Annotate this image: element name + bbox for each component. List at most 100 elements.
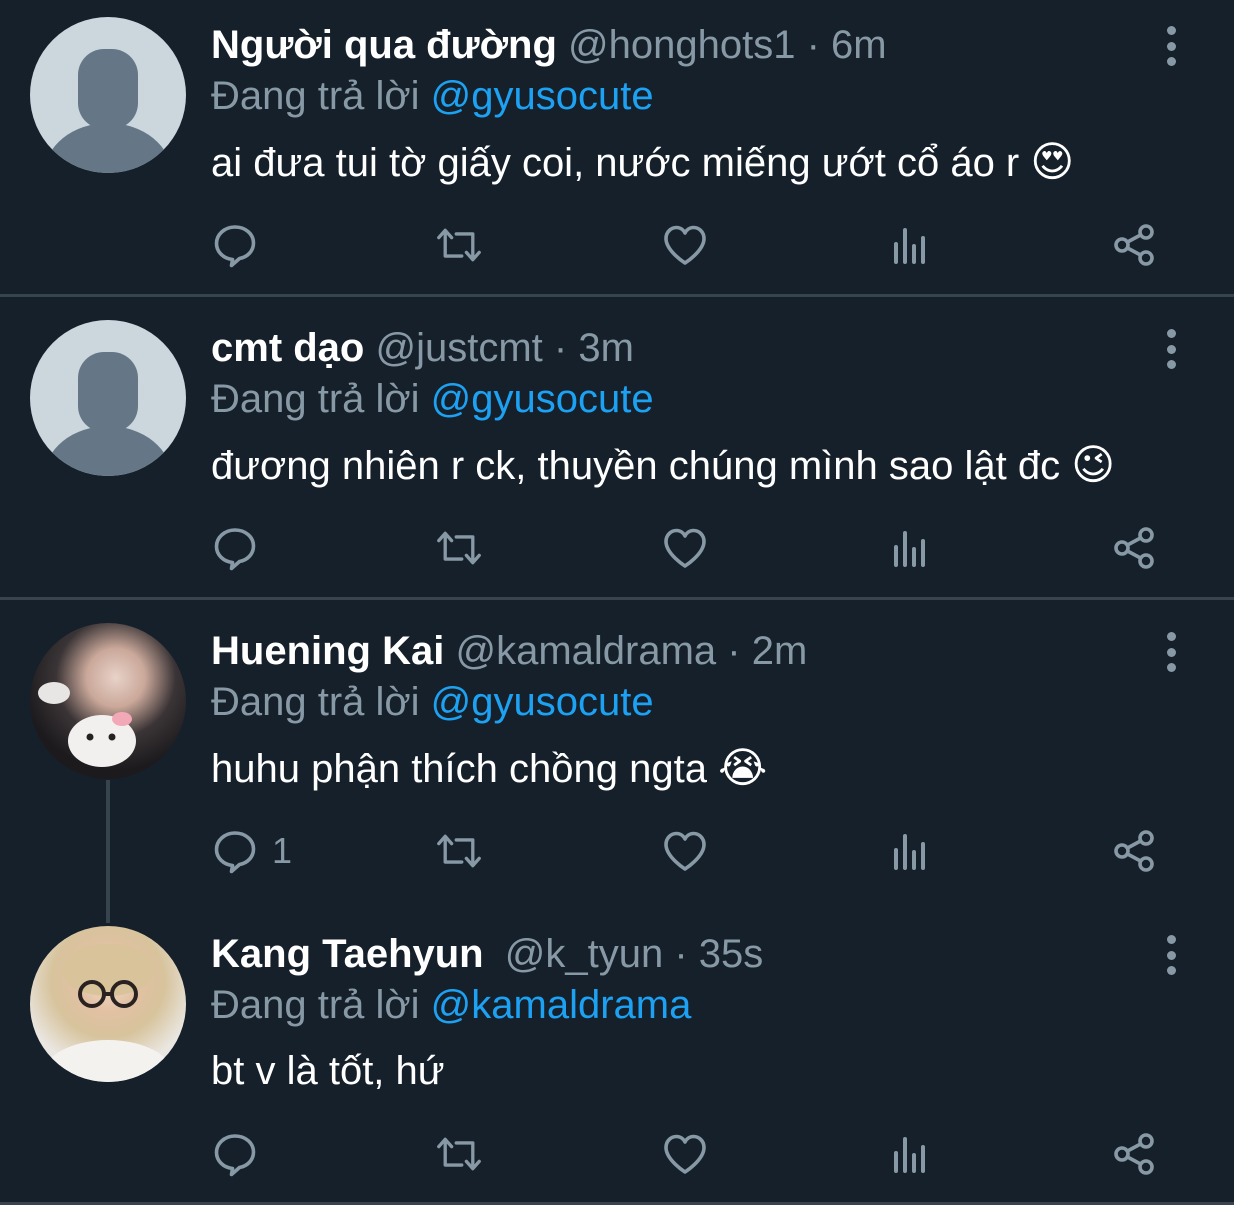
glasses-portrait-icon	[42, 944, 174, 1082]
more-options-button[interactable]	[1158, 632, 1184, 672]
timestamp[interactable]: 2m	[752, 629, 808, 673]
default-avatar[interactable]	[30, 17, 186, 173]
timestamp[interactable]: 35s	[699, 932, 764, 976]
user-handle[interactable]: @honghots1	[568, 23, 795, 67]
share-button[interactable]	[1112, 523, 1158, 573]
profile-photo[interactable]	[30, 623, 186, 779]
separator: ·	[674, 932, 688, 976]
replying-to-label: Đang trả lời	[211, 983, 420, 1027]
mention-link[interactable]: @gyusocute	[431, 680, 654, 724]
tweet-body: ai đưa tui tờ giấy coi, nước miếng ướt c…	[211, 141, 1020, 185]
separator: ·	[806, 23, 820, 67]
reply-button[interactable]	[212, 220, 258, 270]
more-options-button[interactable]	[1158, 329, 1184, 369]
plush-toy-icon	[38, 682, 136, 767]
timestamp[interactable]: 3m	[578, 326, 634, 370]
bar-chart-icon	[894, 1137, 925, 1173]
tweet-header: Kang Taehyun @k_tyun · 35s	[211, 929, 763, 979]
tweet-body: đương nhiên r ck, thuyền chúng mình sao …	[211, 444, 1061, 488]
retweet-icon	[437, 1137, 481, 1171]
share-button[interactable]	[1112, 220, 1158, 270]
tweet-body: huhu phận thích chồng ngta	[211, 747, 707, 791]
bar-chart-icon	[894, 531, 925, 567]
analytics-button[interactable]	[888, 523, 934, 573]
share-button[interactable]	[1112, 826, 1158, 876]
tweet-text: đương nhiên r ck, thuyền chúng mình sao …	[211, 440, 1115, 491]
bar-chart-icon	[894, 834, 925, 870]
heart-icon	[664, 1134, 706, 1174]
display-name[interactable]: Kang Taehyun	[211, 932, 484, 976]
analytics-button[interactable]	[888, 1129, 934, 1179]
retweet-icon	[437, 531, 481, 565]
thread-connector	[106, 780, 110, 923]
mention-link[interactable]: @gyusocute	[431, 377, 654, 421]
like-button[interactable]	[662, 220, 708, 270]
tweet[interactable]: Huening Kai @kamaldrama · 2m Đang trả lờ…	[0, 600, 1234, 903]
replying-to: Đang trả lời @gyusocute	[211, 375, 654, 423]
share-icon	[1114, 224, 1154, 266]
profile-photo[interactable]	[30, 926, 186, 1082]
analytics-button[interactable]	[888, 826, 934, 876]
retweet-button[interactable]	[436, 523, 482, 573]
share-icon	[1114, 830, 1154, 872]
replying-to-label: Đang trả lời	[211, 74, 420, 118]
crying-emoji: 😭	[718, 744, 768, 791]
display-name[interactable]: Huening Kai	[211, 629, 444, 673]
share-icon	[1114, 527, 1154, 569]
tweet[interactable]: Kang Taehyun @k_tyun · 35s Đang trả lời …	[0, 903, 1234, 1205]
replying-to: Đang trả lời @gyusocute	[211, 72, 654, 120]
tweet[interactable]: Người qua đường @honghots1 · 6m Đang trả…	[0, 0, 1234, 295]
reply-button[interactable]: 1	[212, 826, 292, 876]
like-button[interactable]	[662, 523, 708, 573]
person-icon	[44, 352, 172, 476]
share-button[interactable]	[1112, 1129, 1158, 1179]
wink-emoji: 😉	[1071, 441, 1115, 488]
more-options-button[interactable]	[1158, 26, 1184, 66]
retweet-button[interactable]	[436, 1129, 482, 1179]
replying-to: Đang trả lời @kamaldrama	[211, 981, 691, 1029]
bar-chart-icon	[894, 228, 925, 264]
person-icon	[44, 49, 172, 173]
reply-icon	[214, 225, 256, 268]
timestamp[interactable]: 6m	[831, 23, 887, 67]
action-bar: 1	[0, 826, 1234, 876]
replying-to: Đang trả lời @gyusocute	[211, 678, 654, 726]
display-name[interactable]: cmt dạo	[211, 326, 364, 370]
action-bar	[0, 523, 1234, 573]
share-icon	[1114, 1133, 1154, 1175]
heart-icon	[664, 831, 706, 871]
separator: ·	[553, 326, 568, 370]
retweet-icon	[437, 834, 481, 868]
default-avatar[interactable]	[30, 320, 186, 476]
heart-eyes-emoji: 😍	[1030, 138, 1075, 185]
tweet-header: Người qua đường @honghots1 · 6m	[211, 20, 887, 70]
user-handle[interactable]: @k_tyun	[505, 932, 663, 976]
user-handle[interactable]: @justcmt	[375, 326, 542, 370]
replying-to-label: Đang trả lời	[211, 680, 420, 724]
tweet-header: cmt dạo @justcmt · 3m	[211, 323, 634, 373]
reply-button[interactable]	[212, 523, 258, 573]
retweet-icon	[437, 228, 481, 262]
retweet-button[interactable]	[436, 220, 482, 270]
mention-link[interactable]: @kamaldrama	[431, 983, 692, 1027]
action-bar	[0, 1129, 1234, 1179]
tweet-header: Huening Kai @kamaldrama · 2m	[211, 626, 807, 676]
replying-to-label: Đang trả lời	[211, 377, 420, 421]
more-options-button[interactable]	[1158, 935, 1184, 975]
analytics-button[interactable]	[888, 220, 934, 270]
display-name[interactable]: Người qua đường	[211, 23, 557, 67]
like-button[interactable]	[662, 1129, 708, 1179]
reply-button[interactable]	[212, 1129, 258, 1179]
mention-link[interactable]: @gyusocute	[431, 74, 654, 118]
heart-icon	[664, 225, 706, 265]
user-handle[interactable]: @kamaldrama	[455, 629, 716, 673]
like-button[interactable]	[662, 826, 708, 876]
retweet-button[interactable]	[436, 826, 482, 876]
heart-icon	[664, 528, 706, 568]
reply-feed: Người qua đường @honghots1 · 6m Đang trả…	[0, 0, 1234, 1205]
reply-icon	[214, 1134, 256, 1177]
tweet-text: huhu phận thích chồng ngta 😭	[211, 743, 767, 794]
reply-icon	[214, 528, 256, 571]
tweet[interactable]: cmt dạo @justcmt · 3m Đang trả lời @gyus…	[0, 297, 1234, 597]
separator: ·	[727, 629, 741, 673]
